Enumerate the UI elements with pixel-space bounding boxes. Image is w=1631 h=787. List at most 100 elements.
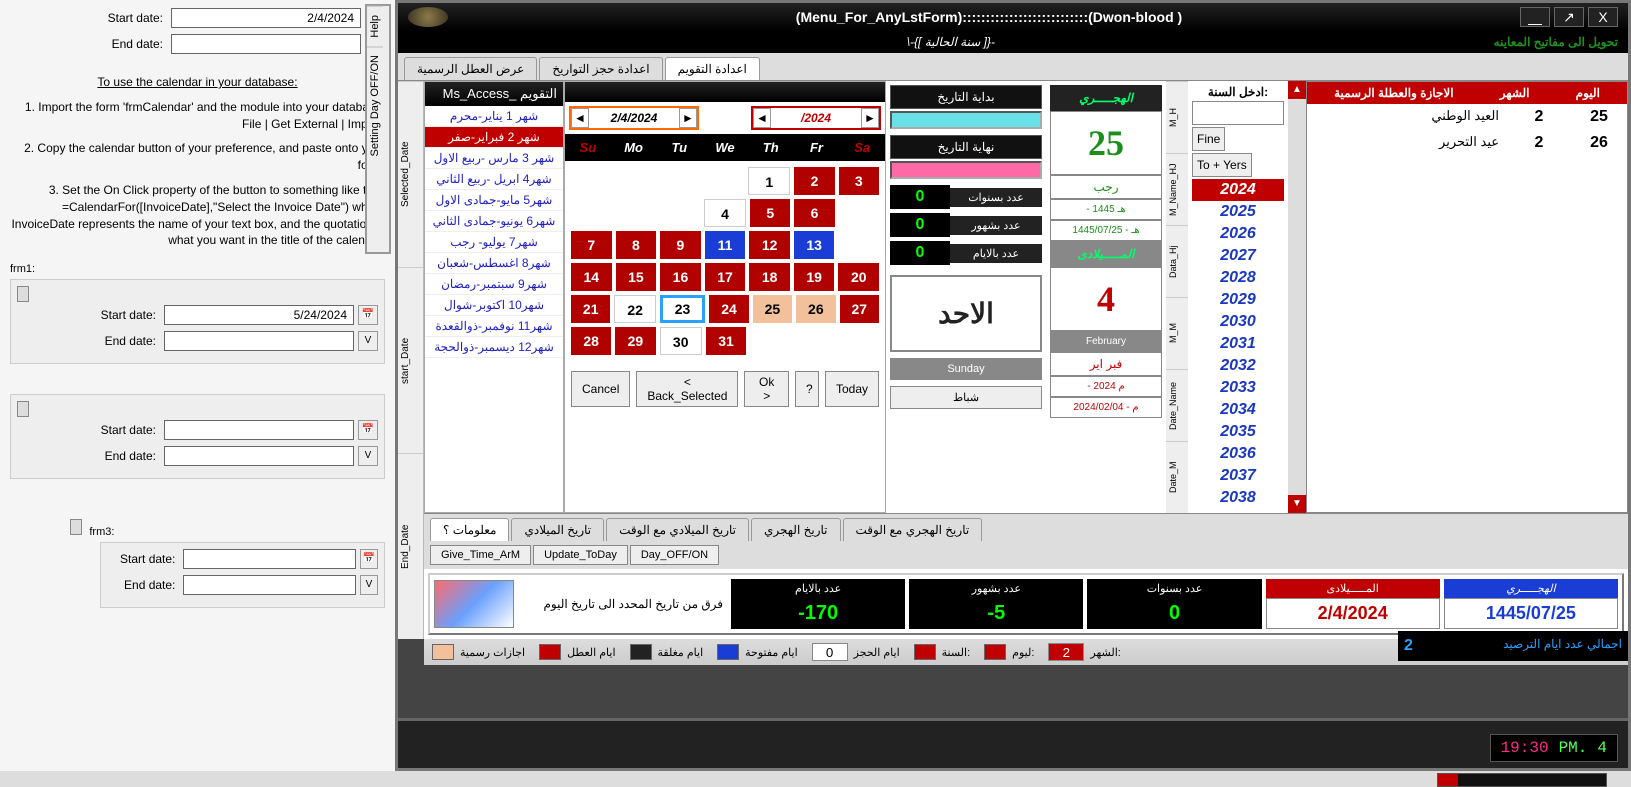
month-item[interactable]: شهر8 اغسطس-شعبان	[425, 253, 563, 274]
tab-hijri-date[interactable]: تاريخ الهجري	[751, 518, 841, 541]
tab-hijri-datetime[interactable]: تاريخ الهجري مع الوقت	[843, 518, 983, 541]
year-item[interactable]: 2034	[1192, 399, 1284, 421]
calendar-day[interactable]: 3	[839, 167, 879, 195]
calendar-day[interactable]: 5	[750, 199, 790, 227]
calendar-day[interactable]: 2	[794, 167, 834, 195]
ok-button[interactable]: Ok >	[744, 371, 789, 407]
calendar-day[interactable]: 13	[794, 231, 835, 259]
month-item[interactable]: شهر6 يونيو-جمادى الثاني	[425, 211, 563, 232]
month-item[interactable]: شهر 2 فبراير-صفر	[425, 127, 563, 148]
calendar-day[interactable]: 28	[571, 327, 611, 355]
frm2-start-input[interactable]	[164, 420, 354, 440]
calendar-day[interactable]: 15	[616, 263, 657, 291]
year-item[interactable]: 2030	[1192, 311, 1284, 333]
scroll-down-icon[interactable]: ▼	[1288, 495, 1306, 513]
month-input[interactable]	[1048, 643, 1084, 661]
calendar-day[interactable]: 23	[660, 295, 705, 323]
year-item[interactable]: 2026	[1192, 223, 1284, 245]
month-item[interactable]: شهر12 ديسمبر-ذوالحجة	[425, 337, 563, 358]
today-button[interactable]: Today	[825, 371, 879, 407]
calendar-day[interactable]: 24	[709, 295, 748, 323]
restore-icon[interactable]: ↗	[1554, 7, 1584, 27]
year-item[interactable]: 2033	[1192, 377, 1284, 399]
calendar-icon[interactable]: 📅	[358, 305, 378, 325]
month-item[interactable]: شهر10 اكتوبر-شوال	[425, 295, 563, 316]
cancel-button[interactable]: Cancel	[571, 371, 630, 407]
to-years-button[interactable]: To + Yers	[1192, 153, 1252, 177]
month-item[interactable]: شهر11 نوفمبر-ذوالقعدة	[425, 316, 563, 337]
v-button[interactable]: V	[358, 331, 378, 351]
next-month-button[interactable]: ►	[679, 108, 697, 128]
fine-button[interactable]: Fine	[1192, 127, 1225, 151]
calendar-day[interactable]: 9	[660, 231, 701, 259]
vside2-item[interactable]: M_M	[1166, 297, 1188, 369]
year-item[interactable]: 2024	[1192, 179, 1284, 201]
record-nav-icon[interactable]	[17, 401, 29, 417]
hajz-input[interactable]	[812, 643, 848, 661]
calendar-day[interactable]: 19	[794, 263, 835, 291]
calendar-day[interactable]: 1	[748, 167, 790, 195]
calendar-day[interactable]: 29	[615, 327, 655, 355]
tab-calendar[interactable]: اعدادة التقويم	[665, 57, 760, 80]
calendar-day[interactable]: 22	[614, 295, 655, 323]
prev-year-button[interactable]: ◄	[753, 108, 771, 128]
calendar-day[interactable]: 18	[749, 263, 790, 291]
frm2-end-input[interactable]	[164, 446, 354, 466]
scroll-up-icon[interactable]: ▲	[1288, 81, 1306, 99]
close-button[interactable]: X	[1588, 7, 1618, 27]
calendar-icon[interactable]: 📅	[358, 420, 378, 440]
month-item[interactable]: شهر4 ابريل -ربيع الثاني	[425, 169, 563, 190]
calendar-day[interactable]: 14	[571, 263, 612, 291]
tab-greg-date[interactable]: تاريخ الميلادي	[511, 518, 604, 541]
record-nav-icon[interactable]	[17, 286, 29, 302]
year-item[interactable]: 2031	[1192, 333, 1284, 355]
subtitle-right[interactable]: تحويل الى مفاتيح المعاينه	[1494, 35, 1618, 49]
year-item[interactable]: 2027	[1192, 245, 1284, 267]
calendar-day[interactable]: 27	[840, 295, 879, 323]
calendar-day[interactable]: 26	[796, 295, 835, 323]
start-date-input[interactable]	[171, 8, 361, 28]
next-year-button[interactable]: ►	[861, 108, 879, 128]
frm1-end-input[interactable]	[164, 331, 354, 351]
vside-start[interactable]: start_Date	[398, 267, 423, 453]
calendar-day[interactable]: 31	[706, 327, 746, 355]
calendar-day[interactable]: 11	[705, 231, 746, 259]
help-button[interactable]: ?	[795, 371, 819, 407]
day-off-on-button[interactable]: Day_OFF/ON	[630, 545, 719, 565]
setting-tab[interactable]: Setting Day OFF/ON	[367, 46, 383, 164]
year-item[interactable]: 2028	[1192, 267, 1284, 289]
year-item[interactable]: 2036	[1192, 443, 1284, 465]
vside2-item[interactable]: Date_M	[1166, 441, 1188, 513]
calendar-day[interactable]: 16	[660, 263, 701, 291]
month-item[interactable]: شهر 1 يناير-محرم	[425, 106, 563, 127]
year-item[interactable]: 2038	[1192, 487, 1284, 509]
calendar-day[interactable]: 17	[705, 263, 746, 291]
year-item[interactable]: 2029	[1192, 289, 1284, 311]
help-tab[interactable]: Help	[367, 6, 383, 46]
vside2-item[interactable]: M_Name_HJ	[1166, 153, 1188, 225]
v-button[interactable]: V	[360, 575, 378, 595]
frm3-end-input[interactable]	[183, 575, 355, 595]
vside2-item[interactable]: M_H	[1166, 81, 1188, 153]
calendar-day[interactable]: 30	[660, 327, 702, 355]
frm3-start-input[interactable]	[183, 549, 355, 569]
vside-end[interactable]: End_Date	[398, 453, 423, 639]
calendar-day[interactable]: 4	[704, 199, 746, 227]
year-item[interactable]: 2035	[1192, 421, 1284, 443]
calendar-day[interactable]: 21	[571, 295, 610, 323]
v-button[interactable]: V	[358, 446, 378, 466]
prev-month-button[interactable]: ◄	[571, 108, 589, 128]
calendar-day[interactable]: 20	[838, 263, 879, 291]
vside2-item[interactable]: Data_Hj	[1166, 225, 1188, 297]
calendar-day[interactable]: 25	[753, 295, 792, 323]
calendar-icon[interactable]: 📅	[360, 549, 378, 569]
back-button[interactable]: < Back_Selected	[636, 371, 738, 407]
year-item[interactable]: 2025	[1192, 201, 1284, 223]
vside2-item[interactable]: Date_Name	[1166, 369, 1188, 441]
calendar-day[interactable]: 12	[749, 231, 790, 259]
year-item[interactable]: 2032	[1192, 355, 1284, 377]
end-date-input[interactable]	[171, 34, 361, 54]
month-item[interactable]: شهر5 مايو-جمادى الاول	[425, 190, 563, 211]
calendar-day[interactable]: 6	[794, 199, 834, 227]
month-item[interactable]: شهر7 يوليو- رجب	[425, 232, 563, 253]
